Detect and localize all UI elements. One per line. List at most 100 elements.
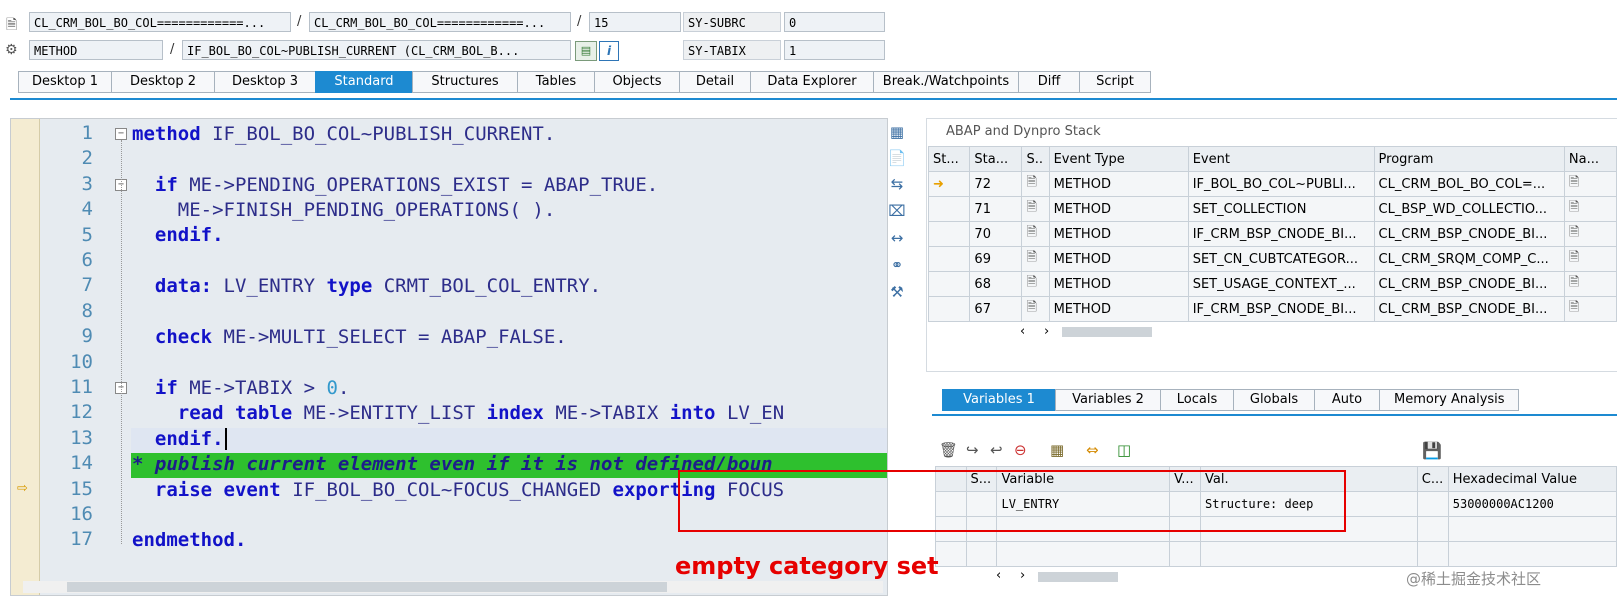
editor-h-scrollbar[interactable] (23, 581, 883, 593)
tools-icon[interactable]: ⚒ (886, 281, 908, 303)
stack-table[interactable]: St... Sta... S.. Event Type Event Progra… (927, 146, 1617, 322)
include-field[interactable]: CL_CRM_BOL_BO_COL============... (309, 12, 571, 32)
col-header[interactable]: Na... (1563, 146, 1617, 172)
stack-cell[interactable] (927, 296, 971, 322)
tab-memory-analysis[interactable]: Memory Analysis (1379, 389, 1519, 411)
tab-breakpoints[interactable]: Break./Watchpoints (873, 71, 1018, 93)
variable-hex[interactable]: 53000000AC1200 (1447, 491, 1617, 517)
doc-icon[interactable]: 🗎 (1021, 171, 1050, 197)
current-frame-arrow-icon[interactable]: ➜ (927, 171, 971, 197)
stack-level[interactable]: 70 (969, 221, 1023, 247)
delete-icon[interactable]: 🗑 (939, 441, 958, 459)
empty-cell[interactable] (965, 541, 998, 567)
tab-locals[interactable]: Locals (1160, 389, 1233, 411)
stack-level[interactable]: 72 (969, 171, 1023, 197)
sy-subrc-value[interactable]: 0 (784, 12, 885, 32)
stack-event-type[interactable]: METHOD (1048, 196, 1189, 222)
scrollbar-thumb[interactable] (67, 582, 667, 592)
stack-cell[interactable] (927, 221, 971, 247)
compare-icon[interactable]: ⇆ (886, 173, 908, 195)
stack-row[interactable]: 67 🗎 METHOD IF_CRM_BSP_CNODE_BI... CL_CRM_BS… (927, 296, 1617, 322)
var-scroll-left-icon[interactable]: ‹ (996, 568, 1001, 583)
col-header[interactable]: Hexadecimal Value (1447, 466, 1617, 492)
doc-icon[interactable]: 🗎 (1563, 296, 1617, 322)
stack-scrollbar-thumb[interactable] (1062, 327, 1152, 337)
doc-icon[interactable]: 🗎 (1563, 221, 1617, 247)
tab-auto[interactable]: Auto (1314, 389, 1379, 411)
tab-structures[interactable]: Structures (412, 71, 517, 93)
tab-desktop-1[interactable]: Desktop 1 (18, 71, 111, 93)
stack-scroll-left-icon[interactable]: ‹ (1020, 324, 1025, 339)
new-document-icon[interactable]: 📄 (886, 147, 908, 169)
line-field[interactable]: 15 (589, 12, 681, 32)
stack-level[interactable]: 67 (969, 296, 1023, 322)
empty-cell[interactable] (1200, 541, 1418, 567)
stack-cell[interactable] (927, 271, 971, 297)
split-icon[interactable]: ⇔ (1086, 441, 1099, 459)
tab-desktop-2[interactable]: Desktop 2 (111, 71, 214, 93)
stack-event[interactable]: SET_CN_CUBTCATEGOR... (1187, 246, 1375, 272)
save-icon[interactable]: 💾 (1422, 441, 1442, 460)
event-field[interactable]: IF_BOL_BO_COL~PUBLISH_CURRENT (CL_CRM_BO… (182, 40, 571, 60)
stack-event[interactable]: IF_BOL_BO_COL~PUBLI... (1187, 171, 1375, 197)
stack-cell[interactable] (927, 196, 971, 222)
tab-variables-1[interactable]: Variables 1 (942, 389, 1055, 411)
stack-event-type[interactable]: METHOD (1048, 271, 1189, 297)
empty-cell[interactable] (1169, 541, 1202, 567)
sy-tabix-value[interactable]: 1 (784, 40, 885, 60)
col-header[interactable]: Sta... (969, 146, 1023, 172)
doc-icon[interactable]: 🗎 (1563, 171, 1617, 197)
stack-event-type[interactable]: METHOD (1048, 171, 1189, 197)
export-icon[interactable]: ◫ (1117, 441, 1131, 459)
stack-row[interactable]: 69 🗎 METHOD SET_CN_CUBTCATEGOR... CL_CRM_SRQ… (927, 246, 1617, 272)
stack-event[interactable]: SET_COLLECTION (1187, 196, 1375, 222)
stack-program[interactable]: CL_CRM_BOL_BO_COL=... (1373, 171, 1565, 197)
tab-diff[interactable]: Diff (1018, 71, 1079, 93)
stack-program[interactable]: CL_CRM_BSP_CNODE_BI... (1373, 271, 1565, 297)
col-header[interactable]: Event (1187, 146, 1375, 172)
tab-standard[interactable]: Standard (315, 71, 412, 93)
tab-desktop-3[interactable]: Desktop 3 (214, 71, 315, 93)
close-window-icon[interactable]: ⌧ (886, 200, 908, 222)
grid-icon[interactable]: ▦ (886, 121, 908, 143)
empty-cell[interactable] (1416, 541, 1449, 567)
stack-program[interactable]: CL_BSP_WD_COLLECTIO... (1373, 196, 1565, 222)
resize-icon[interactable]: ↔ (886, 227, 908, 249)
var-scrollbar-thumb[interactable] (1038, 572, 1118, 582)
tab-tables[interactable]: Tables (517, 71, 594, 93)
tab-detail[interactable]: Detail (679, 71, 750, 93)
stack-program[interactable]: CL_CRM_BSP_CNODE_BI... (1373, 221, 1565, 247)
stack-cell[interactable] (927, 246, 971, 272)
stack-event[interactable]: IF_CRM_BSP_CNODE_BI... (1187, 221, 1375, 247)
doc-icon[interactable]: 🗎 (1563, 271, 1617, 297)
fold-toggle-icon[interactable]: − (115, 128, 127, 140)
stack-row[interactable]: 68 🗎 METHOD SET_USAGE_CONTEXT_... CL_CRM_BSP… (927, 271, 1617, 297)
empty-cell[interactable] (935, 541, 967, 567)
stack-event[interactable]: SET_USAGE_CONTEXT_... (1187, 271, 1375, 297)
col-header[interactable]: Event Type (1048, 146, 1189, 172)
stack-row[interactable]: 71 🗎 METHOD SET_COLLECTION CL_BSP_WD_COLLECT… (927, 196, 1617, 222)
doc-icon[interactable]: 🗎 (1021, 296, 1050, 322)
stack-event[interactable]: IF_CRM_BSP_CNODE_BI... (1187, 296, 1375, 322)
stack-event-type[interactable]: METHOD (1048, 246, 1189, 272)
import-icon[interactable]: ↩ (990, 441, 1003, 459)
headset-icon[interactable]: ⚭ (886, 254, 908, 276)
tab-data-explorer[interactable]: Data Explorer (750, 71, 873, 93)
empty-cell[interactable] (1447, 541, 1617, 567)
empty-cell[interactable] (1447, 516, 1617, 542)
tab-script[interactable]: Script (1079, 71, 1151, 93)
stack-level[interactable]: 71 (969, 196, 1023, 222)
event-type-field[interactable]: METHOD (29, 40, 163, 60)
stack-program[interactable]: CL_CRM_SRQM_COMP_C... (1373, 246, 1565, 272)
tab-objects[interactable]: Objects (594, 71, 679, 93)
doc-icon[interactable]: 🗎 (1021, 271, 1050, 297)
col-header[interactable]: S.. (1021, 146, 1050, 172)
empty-cell[interactable] (996, 541, 1171, 567)
stack-event-type[interactable]: METHOD (1048, 221, 1189, 247)
insert-icon[interactable]: ↪ (966, 441, 979, 459)
doc-icon[interactable]: 🗎 (1563, 246, 1617, 272)
stack-row[interactable]: 70 🗎 METHOD IF_CRM_BSP_CNODE_BI... CL_CRM_BS… (927, 221, 1617, 247)
stack-row[interactable]: ➜ 72 🗎 METHOD IF_BOL_BO_COL~PUBLI... CL_CRM_B… (927, 171, 1617, 197)
stack-scroll-right-icon[interactable]: › (1044, 324, 1049, 339)
breakpoint-gutter[interactable] (11, 119, 40, 595)
